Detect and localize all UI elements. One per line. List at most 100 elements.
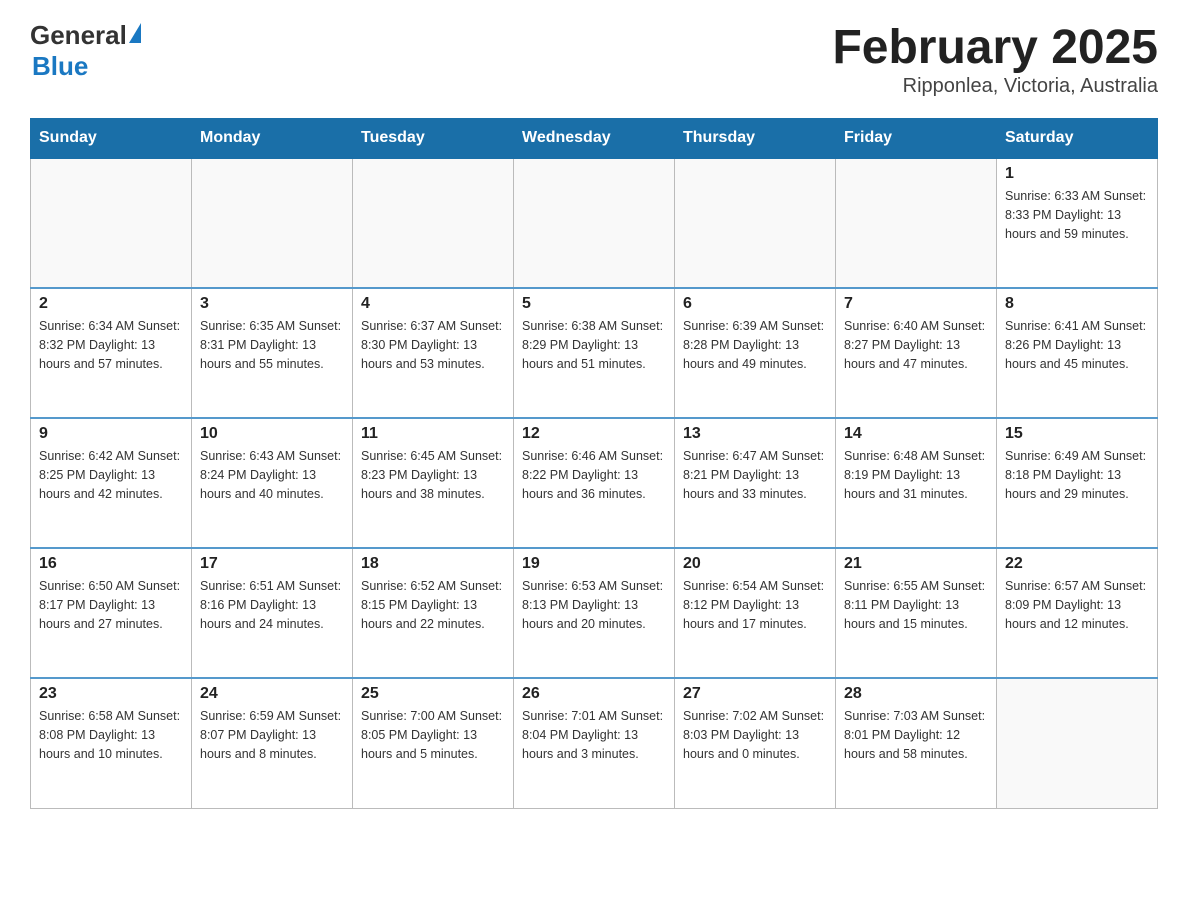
day-number: 20 xyxy=(683,555,827,573)
day-number: 10 xyxy=(200,425,344,443)
table-row: 14 Sunrise: 6:48 AM Sunset: 8:19 PM Dayli… xyxy=(836,418,997,548)
table-row: 4 Sunrise: 6:37 AM Sunset: 8:30 PM Daylig… xyxy=(353,288,514,418)
day-number: 18 xyxy=(361,555,505,573)
col-tuesday: Tuesday xyxy=(353,119,514,159)
table-row: 5 Sunrise: 6:38 AM Sunset: 8:29 PM Daylig… xyxy=(514,288,675,418)
table-row: 11 Sunrise: 6:45 AM Sunset: 8:23 PM Dayli… xyxy=(353,418,514,548)
day-number: 13 xyxy=(683,425,827,443)
day-info: Sunrise: 6:45 AM Sunset: 8:23 PM Dayligh… xyxy=(361,447,505,503)
day-info: Sunrise: 6:55 AM Sunset: 8:11 PM Dayligh… xyxy=(844,577,988,633)
day-info: Sunrise: 7:01 AM Sunset: 8:04 PM Dayligh… xyxy=(522,707,666,763)
table-row: 16 Sunrise: 6:50 AM Sunset: 8:17 PM Dayli… xyxy=(31,548,192,678)
calendar-week-row: 1 Sunrise: 6:33 AM Sunset: 8:33 PM Daylig… xyxy=(31,158,1158,288)
table-row: 10 Sunrise: 6:43 AM Sunset: 8:24 PM Dayli… xyxy=(192,418,353,548)
calendar-header-row: Sunday Monday Tuesday Wednesday Thursday… xyxy=(31,119,1158,159)
day-number: 1 xyxy=(1005,165,1149,183)
day-info: Sunrise: 6:35 AM Sunset: 8:31 PM Dayligh… xyxy=(200,317,344,373)
day-info: Sunrise: 6:38 AM Sunset: 8:29 PM Dayligh… xyxy=(522,317,666,373)
day-info: Sunrise: 6:33 AM Sunset: 8:33 PM Dayligh… xyxy=(1005,187,1149,243)
table-row: 28 Sunrise: 7:03 AM Sunset: 8:01 PM Dayli… xyxy=(836,678,997,808)
table-row: 23 Sunrise: 6:58 AM Sunset: 8:08 PM Dayli… xyxy=(31,678,192,808)
calendar-table: Sunday Monday Tuesday Wednesday Thursday… xyxy=(30,118,1158,809)
day-number: 22 xyxy=(1005,555,1149,573)
day-number: 16 xyxy=(39,555,183,573)
day-number: 17 xyxy=(200,555,344,573)
day-info: Sunrise: 6:40 AM Sunset: 8:27 PM Dayligh… xyxy=(844,317,988,373)
calendar-week-row: 2 Sunrise: 6:34 AM Sunset: 8:32 PM Daylig… xyxy=(31,288,1158,418)
day-info: Sunrise: 7:00 AM Sunset: 8:05 PM Dayligh… xyxy=(361,707,505,763)
day-number: 8 xyxy=(1005,295,1149,313)
day-info: Sunrise: 6:37 AM Sunset: 8:30 PM Dayligh… xyxy=(361,317,505,373)
day-number: 25 xyxy=(361,685,505,703)
table-row: 8 Sunrise: 6:41 AM Sunset: 8:26 PM Daylig… xyxy=(997,288,1158,418)
day-number: 28 xyxy=(844,685,988,703)
day-number: 4 xyxy=(361,295,505,313)
day-number: 24 xyxy=(200,685,344,703)
day-number: 23 xyxy=(39,685,183,703)
day-number: 19 xyxy=(522,555,666,573)
table-row: 24Sunrise: 6:59 AM Sunset: 8:07 PM Dayli… xyxy=(192,678,353,808)
day-number: 7 xyxy=(844,295,988,313)
col-wednesday: Wednesday xyxy=(514,119,675,159)
col-monday: Monday xyxy=(192,119,353,159)
page-header: General Blue February 2025 Ripponlea, Vi… xyxy=(30,20,1158,98)
day-info: Sunrise: 6:47 AM Sunset: 8:21 PM Dayligh… xyxy=(683,447,827,503)
day-number: 21 xyxy=(844,555,988,573)
day-number: 2 xyxy=(39,295,183,313)
col-sunday: Sunday xyxy=(31,119,192,159)
table-row: 20Sunrise: 6:54 AM Sunset: 8:12 PM Dayli… xyxy=(675,548,836,678)
table-row: 21 Sunrise: 6:55 AM Sunset: 8:11 PM Dayli… xyxy=(836,548,997,678)
day-info: Sunrise: 6:52 AM Sunset: 8:15 PM Dayligh… xyxy=(361,577,505,633)
calendar-week-row: 23 Sunrise: 6:58 AM Sunset: 8:08 PM Dayli… xyxy=(31,678,1158,808)
day-number: 6 xyxy=(683,295,827,313)
day-info: Sunrise: 6:58 AM Sunset: 8:08 PM Dayligh… xyxy=(39,707,183,763)
table-row: 7 Sunrise: 6:40 AM Sunset: 8:27 PM Daylig… xyxy=(836,288,997,418)
title-block: February 2025 Ripponlea, Victoria, Austr… xyxy=(832,20,1158,98)
day-number: 15 xyxy=(1005,425,1149,443)
day-info: Sunrise: 7:03 AM Sunset: 8:01 PM Dayligh… xyxy=(844,707,988,763)
day-info: Sunrise: 6:50 AM Sunset: 8:17 PM Dayligh… xyxy=(39,577,183,633)
table-row xyxy=(353,158,514,288)
day-info: Sunrise: 6:49 AM Sunset: 8:18 PM Dayligh… xyxy=(1005,447,1149,503)
day-info: Sunrise: 6:42 AM Sunset: 8:25 PM Dayligh… xyxy=(39,447,183,503)
table-row: 6 Sunrise: 6:39 AM Sunset: 8:28 PM Daylig… xyxy=(675,288,836,418)
col-thursday: Thursday xyxy=(675,119,836,159)
table-row xyxy=(514,158,675,288)
day-number: 26 xyxy=(522,685,666,703)
table-row xyxy=(997,678,1158,808)
col-saturday: Saturday xyxy=(997,119,1158,159)
calendar-week-row: 9 Sunrise: 6:42 AM Sunset: 8:25 PM Daylig… xyxy=(31,418,1158,548)
day-number: 5 xyxy=(522,295,666,313)
day-info: Sunrise: 6:39 AM Sunset: 8:28 PM Dayligh… xyxy=(683,317,827,373)
day-number: 9 xyxy=(39,425,183,443)
day-number: 14 xyxy=(844,425,988,443)
logo: General Blue xyxy=(30,20,141,82)
day-info: Sunrise: 6:34 AM Sunset: 8:32 PM Dayligh… xyxy=(39,317,183,373)
table-row xyxy=(675,158,836,288)
day-info: Sunrise: 6:43 AM Sunset: 8:24 PM Dayligh… xyxy=(200,447,344,503)
day-info: Sunrise: 6:41 AM Sunset: 8:26 PM Dayligh… xyxy=(1005,317,1149,373)
day-number: 12 xyxy=(522,425,666,443)
day-info: Sunrise: 6:46 AM Sunset: 8:22 PM Dayligh… xyxy=(522,447,666,503)
table-row: 12 Sunrise: 6:46 AM Sunset: 8:22 PM Dayli… xyxy=(514,418,675,548)
day-info: Sunrise: 6:57 AM Sunset: 8:09 PM Dayligh… xyxy=(1005,577,1149,633)
table-row: 15 Sunrise: 6:49 AM Sunset: 8:18 PM Dayli… xyxy=(997,418,1158,548)
day-info: Sunrise: 6:48 AM Sunset: 8:19 PM Dayligh… xyxy=(844,447,988,503)
table-row: 19 Sunrise: 6:53 AM Sunset: 8:13 PM Dayli… xyxy=(514,548,675,678)
table-row: 9 Sunrise: 6:42 AM Sunset: 8:25 PM Daylig… xyxy=(31,418,192,548)
day-info: Sunrise: 6:51 AM Sunset: 8:16 PM Dayligh… xyxy=(200,577,344,633)
col-friday: Friday xyxy=(836,119,997,159)
logo-blue-text: Blue xyxy=(32,51,88,82)
table-row: 13 Sunrise: 6:47 AM Sunset: 8:21 PM Dayli… xyxy=(675,418,836,548)
day-info: Sunrise: 6:53 AM Sunset: 8:13 PM Dayligh… xyxy=(522,577,666,633)
table-row xyxy=(836,158,997,288)
day-number: 11 xyxy=(361,425,505,443)
table-row: 17 Sunrise: 6:51 AM Sunset: 8:16 PM Dayli… xyxy=(192,548,353,678)
table-row: 1 Sunrise: 6:33 AM Sunset: 8:33 PM Daylig… xyxy=(997,158,1158,288)
table-row: 26 Sunrise: 7:01 AM Sunset: 8:04 PM Dayli… xyxy=(514,678,675,808)
logo-triangle-icon xyxy=(129,23,141,43)
table-row: 18 Sunrise: 6:52 AM Sunset: 8:15 PM Dayli… xyxy=(353,548,514,678)
table-row: 25 Sunrise: 7:00 AM Sunset: 8:05 PM Dayli… xyxy=(353,678,514,808)
table-row xyxy=(192,158,353,288)
table-row: 22 Sunrise: 6:57 AM Sunset: 8:09 PM Dayli… xyxy=(997,548,1158,678)
